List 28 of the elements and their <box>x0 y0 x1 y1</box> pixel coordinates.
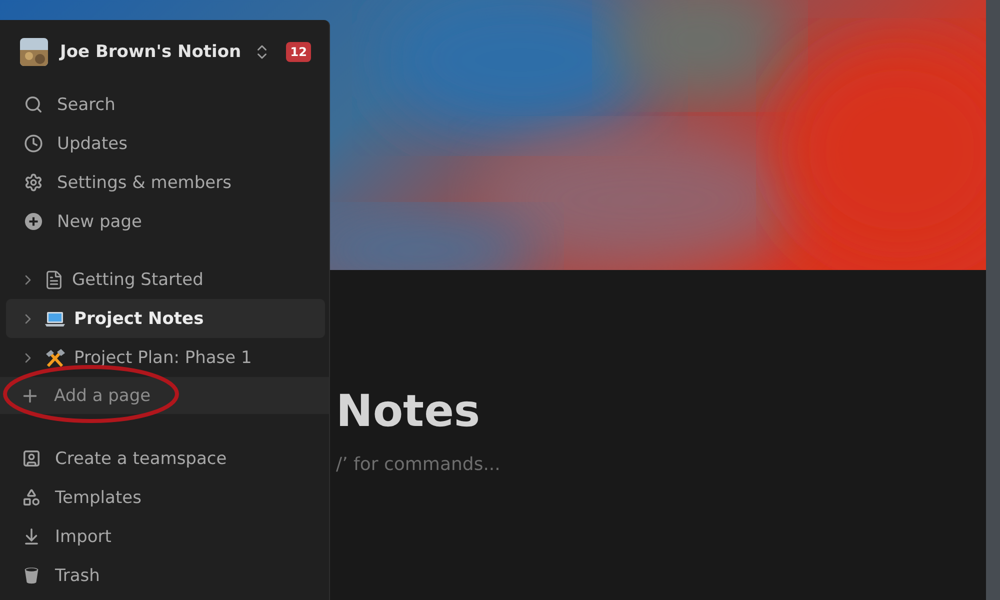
shapes-icon <box>22 488 41 507</box>
trash-icon <box>22 566 41 585</box>
import-icon <box>22 527 41 546</box>
page-item[interactable]: Project Plan: Phase 1 <box>6 338 325 377</box>
menu-item[interactable]: Templates <box>0 478 329 517</box>
menu-item[interactable]: Settings & members <box>0 163 329 202</box>
search-icon <box>24 95 43 114</box>
notification-badge: 12 <box>286 42 311 62</box>
menu-item[interactable]: Trash <box>0 556 329 595</box>
tools-icon <box>44 348 66 368</box>
add-page-item[interactable]: Add a page <box>0 377 329 414</box>
menu-item[interactable]: Search <box>0 85 329 124</box>
menu-item[interactable]: Create a teamspace <box>0 439 329 478</box>
menu-item[interactable]: Import <box>0 517 329 556</box>
menu-item[interactable]: New page <box>0 202 329 241</box>
page-title: Notes <box>336 388 482 436</box>
editor-input[interactable]: /’ for commands... <box>336 454 636 476</box>
scrollbar[interactable] <box>986 0 1000 600</box>
menu-item[interactable]: Updates <box>0 124 329 163</box>
page-item[interactable]: Project Notes <box>6 299 325 338</box>
workspace-avatar[interactable] <box>20 38 48 66</box>
document-icon <box>44 270 64 290</box>
teamspace-icon <box>22 449 41 468</box>
clock-icon <box>24 134 43 153</box>
workspace-name[interactable]: Joe Brown's Notion <box>60 42 242 62</box>
settings-icon <box>24 173 43 192</box>
plus-circle-icon <box>24 212 43 231</box>
page-item[interactable]: Getting Started <box>6 260 325 299</box>
